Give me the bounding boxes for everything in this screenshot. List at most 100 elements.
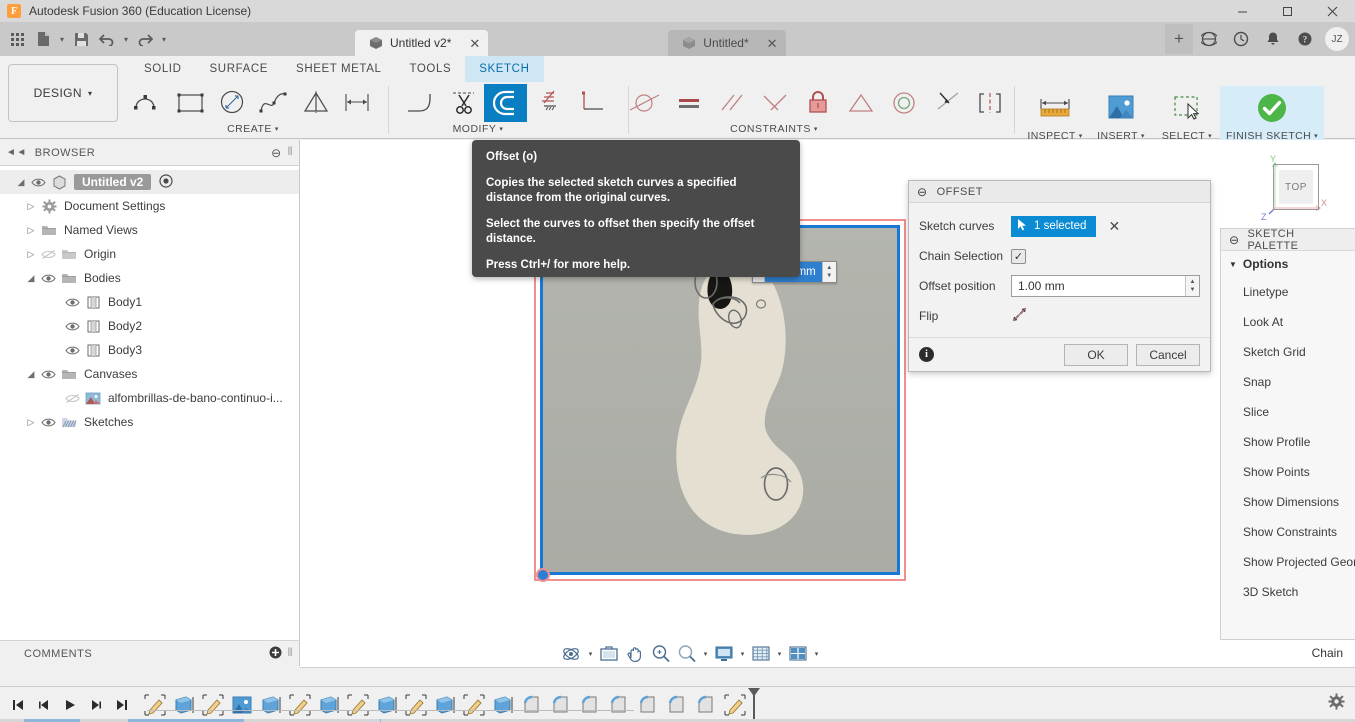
panel-grip-icon[interactable]: ⦀	[288, 146, 293, 159]
minus-circle-icon[interactable]: ⊖	[1229, 233, 1239, 247]
visibility-eye-icon[interactable]	[62, 345, 82, 356]
perpendicular-icon[interactable]	[753, 84, 796, 122]
app-grid-icon[interactable]	[4, 25, 30, 53]
new-document-icon[interactable]	[30, 25, 56, 53]
flip-arrows-icon[interactable]	[1011, 306, 1028, 326]
look-at-icon[interactable]	[596, 641, 622, 667]
tree-item-untitled-v2[interactable]: ◢ Untitled v2	[0, 170, 299, 194]
tree-item-body2[interactable]: Body2	[0, 314, 299, 338]
tree-item-body3[interactable]: Body3	[0, 338, 299, 362]
sketch-curves-select-button[interactable]: 1 selected	[1011, 215, 1097, 237]
expand-arrow-icon[interactable]: ◢	[24, 369, 38, 380]
orbit-caret-icon[interactable]: ▾	[585, 641, 596, 667]
visibility-eye-icon[interactable]	[38, 369, 58, 380]
pan-hand-icon[interactable]	[622, 641, 648, 667]
panel-grip-icon[interactable]: ⦀	[288, 647, 293, 660]
equal-icon[interactable]	[667, 84, 710, 122]
panel-options-icon[interactable]: ⊖	[271, 146, 282, 160]
rectangle-icon[interactable]	[170, 84, 212, 122]
sketch-palette-options-section[interactable]: ▼ Options	[1221, 251, 1355, 277]
palette-item-show-projected-geometry[interactable]: Show Projected Geometr	[1221, 547, 1355, 577]
timeline-feature-fillet[interactable]	[633, 690, 662, 720]
visibility-eye-icon[interactable]	[28, 177, 48, 188]
insert-button[interactable]: INSERT ▾	[1088, 86, 1154, 142]
expand-arrow-icon[interactable]: ◢	[14, 177, 28, 188]
tree-item-named-views[interactable]: ▷ Named Views	[0, 218, 299, 242]
fix-lock-icon[interactable]	[796, 84, 839, 122]
coincident-icon[interactable]	[925, 84, 968, 122]
zoom-window-caret-icon[interactable]: ▾	[700, 641, 711, 667]
offset-position-spinner[interactable]: ▲ ▼	[1185, 276, 1199, 296]
globe-icon[interactable]	[1193, 24, 1225, 54]
step-forward-icon[interactable]	[84, 692, 108, 718]
redo-icon[interactable]	[132, 25, 158, 53]
tree-item-document-settings[interactable]: ▷ Document Settings	[0, 194, 299, 218]
tree-item-body1[interactable]: Body1	[0, 290, 299, 314]
timeline-feature-extrude[interactable]	[256, 690, 285, 720]
timeline-feature-sketch-active[interactable]	[720, 690, 749, 720]
close-icon[interactable]: ✕	[767, 37, 778, 50]
palette-item-sketch-grid[interactable]: Sketch Grid	[1221, 337, 1355, 367]
avatar[interactable]: JZ	[1325, 27, 1349, 51]
ellipse-icon[interactable]	[211, 84, 253, 122]
grid-snap-icon[interactable]	[748, 641, 774, 667]
timeline-feature-extrude[interactable]	[430, 690, 459, 720]
inspect-button[interactable]: INSPECT ▾	[1022, 86, 1088, 142]
document-tab-0[interactable]: Untitled v2* ✕	[355, 30, 489, 56]
palette-item-show-dimensions[interactable]: Show Dimensions	[1221, 487, 1355, 517]
skip-end-icon[interactable]	[110, 692, 134, 718]
parallel-icon[interactable]	[710, 84, 753, 122]
timeline-feature-fillet[interactable]	[604, 690, 633, 720]
palette-item-snap[interactable]: Snap	[1221, 367, 1355, 397]
palette-item-linetype[interactable]: Linetype	[1221, 277, 1355, 307]
cancel-button[interactable]: Cancel	[1136, 343, 1200, 366]
redo-caret-icon[interactable]: ▾	[158, 25, 170, 53]
midpoint-icon[interactable]	[839, 84, 882, 122]
view-cube[interactable]: X Y Z TOP	[1259, 150, 1333, 224]
bell-icon[interactable]	[1257, 24, 1289, 54]
timeline-feature-canvas[interactable]	[227, 690, 256, 720]
ok-button[interactable]: OK	[1064, 343, 1128, 366]
concentric-icon[interactable]	[882, 84, 925, 122]
expand-arrow-icon[interactable]: ▷	[24, 417, 38, 428]
timeline-feature-fillet[interactable]	[546, 690, 575, 720]
tangent-icon[interactable]	[624, 84, 667, 122]
tree-item-bodies[interactable]: ◢ Bodies	[0, 266, 299, 290]
timeline-feature-sketch[interactable]	[401, 690, 430, 720]
palette-item-show-profile[interactable]: Show Profile	[1221, 427, 1355, 457]
fillet-icon[interactable]	[398, 84, 441, 122]
undo-icon[interactable]	[94, 25, 120, 53]
activate-component-icon[interactable]	[159, 173, 173, 191]
viewports-icon[interactable]	[785, 641, 811, 667]
close-icon[interactable]: ✕	[469, 37, 480, 50]
clear-selection-icon[interactable]: ✕	[1108, 219, 1120, 233]
spline-icon[interactable]	[253, 84, 295, 122]
expand-arrow-icon[interactable]: ▷	[24, 225, 38, 236]
tab-sketch[interactable]: SKETCH	[465, 56, 544, 82]
add-comment-icon[interactable]	[269, 646, 282, 662]
document-tab-1[interactable]: Untitled* ✕	[668, 30, 786, 56]
palette-item-look-at[interactable]: Look At	[1221, 307, 1355, 337]
timeline-feature-extrude[interactable]	[169, 690, 198, 720]
timeline-settings-gear-icon[interactable]	[1328, 693, 1345, 713]
finish-sketch-button[interactable]: FINISH SKETCH ▾	[1220, 86, 1324, 142]
step-back-icon[interactable]	[32, 692, 56, 718]
select-button[interactable]: SELECT ▾	[1154, 86, 1220, 142]
timeline-feature-sketch[interactable]	[198, 690, 227, 720]
orbit-icon[interactable]	[557, 641, 585, 667]
timeline-marker-icon[interactable]	[747, 687, 760, 722]
clock-icon[interactable]	[1225, 24, 1257, 54]
tab-solid[interactable]: SOLID	[130, 56, 196, 82]
save-icon[interactable]	[68, 25, 94, 53]
chain-selection-checkbox[interactable]: ✓	[1011, 248, 1026, 264]
palette-item-slice[interactable]: Slice	[1221, 397, 1355, 427]
tree-item-origin[interactable]: ▷ Origin	[0, 242, 299, 266]
skip-start-icon[interactable]	[6, 692, 30, 718]
help-icon[interactable]: ?	[1289, 24, 1321, 54]
minus-circle-icon[interactable]: ⊖	[917, 185, 928, 199]
symmetry-icon[interactable]	[968, 84, 1011, 122]
undo-caret-icon[interactable]: ▾	[120, 25, 132, 53]
palette-item-show-points[interactable]: Show Points	[1221, 457, 1355, 487]
inline-dimension-spinner[interactable]: ▲ ▼	[821, 262, 836, 282]
palette-item-show-constraints[interactable]: Show Constraints	[1221, 517, 1355, 547]
